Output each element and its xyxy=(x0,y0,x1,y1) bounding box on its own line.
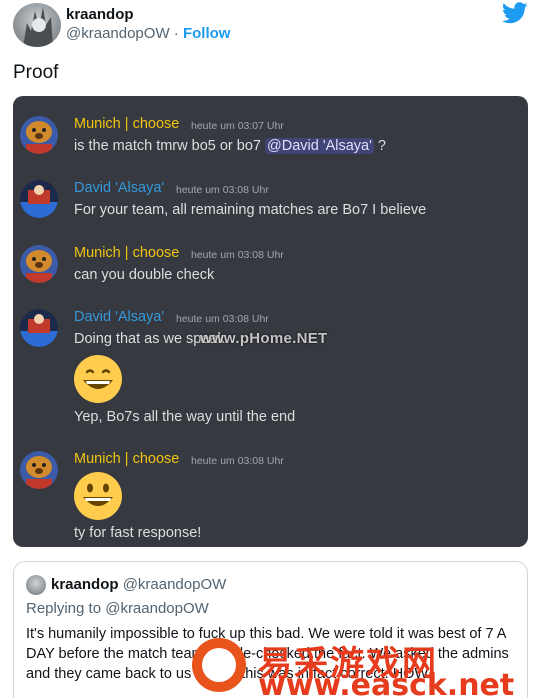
easck-watermark-url: www.easck.net xyxy=(258,668,515,698)
twitter-bird-icon[interactable] xyxy=(502,2,528,24)
message-author[interactable]: Munich | choose xyxy=(74,116,179,132)
message-timestamp: heute um 03:08 Uhr xyxy=(176,313,269,325)
message-author[interactable]: Munich | choose xyxy=(74,245,179,261)
message-text: is the match tmrw bo5 or bo7 @David 'Als… xyxy=(74,138,386,154)
avatar-figure-icon xyxy=(23,7,53,47)
message-text-part: is the match tmrw bo5 or bo7 xyxy=(74,138,265,154)
grinning-squinting-face-emoji-icon xyxy=(73,354,123,404)
author-name[interactable]: kraandop xyxy=(66,6,134,23)
author-handle[interactable]: @kraandopOW xyxy=(66,25,170,42)
replying-to: Replying to @kraandopOW xyxy=(26,600,209,617)
david-avatar xyxy=(20,309,58,347)
message-text: For your team, all remaining matches are… xyxy=(74,202,427,218)
message-author[interactable]: Munich | choose xyxy=(74,451,179,467)
separator-dot: · xyxy=(173,25,179,42)
tweet-text: Proof xyxy=(13,62,59,83)
grinning-face-emoji-icon xyxy=(73,471,123,521)
message-timestamp: heute um 03:08 Uhr xyxy=(191,249,284,261)
munich-avatar xyxy=(20,451,58,489)
author-avatar[interactable] xyxy=(13,3,61,47)
message-author[interactable]: David 'Alsaya' xyxy=(74,309,164,325)
message-text: Yep, Bo7s all the way until the end xyxy=(74,409,296,425)
quoted-author: kraandop @kraandopOW xyxy=(51,576,226,593)
message-text: ty for fast response! xyxy=(74,525,202,541)
quoted-author-avatar xyxy=(26,575,46,595)
author-handle-line: @kraandopOW · Follow xyxy=(66,25,230,42)
message-text-part: ? xyxy=(373,138,386,154)
quoted-author-name: kraandop xyxy=(51,576,119,593)
message-timestamp: heute um 03:08 Uhr xyxy=(176,184,269,196)
follow-button[interactable]: Follow xyxy=(183,25,231,42)
message-timestamp: heute um 03:07 Uhr xyxy=(191,120,284,132)
quoted-author-handle: @kraandopOW xyxy=(122,576,227,593)
message-text: can you double check xyxy=(74,267,215,283)
message-timestamp: heute um 03:08 Uhr xyxy=(191,455,284,467)
munich-avatar xyxy=(20,116,58,154)
easck-logo-icon xyxy=(192,638,246,692)
munich-avatar xyxy=(20,245,58,283)
message-author[interactable]: David 'Alsaya' xyxy=(74,180,164,196)
discord-screenshot: Munich | choose heute um 03:07 Uhr is th… xyxy=(13,96,528,547)
phome-watermark: www.pHome.NET xyxy=(200,330,328,347)
david-avatar xyxy=(20,180,58,218)
tweet-header: kraandop @kraandopOW · Follow xyxy=(0,0,534,52)
user-mention[interactable]: @David 'Alsaya' xyxy=(265,138,374,154)
